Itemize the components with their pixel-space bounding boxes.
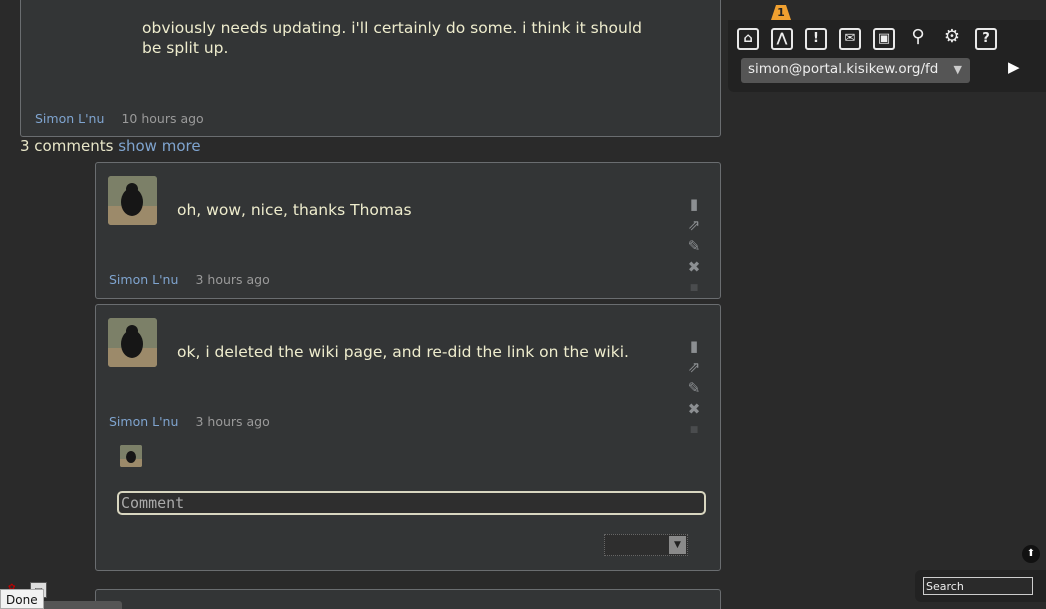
post-body: obviously needs updating. i'll certainly… (142, 19, 643, 57)
manage-icon[interactable]: ▣ (873, 28, 895, 50)
comment-time[interactable]: 3 hours ago (195, 272, 269, 287)
chevron-down-icon: ▼ (953, 63, 962, 76)
help-icon[interactable]: ? (975, 28, 997, 50)
select-checkbox-icon[interactable]: ■ (684, 421, 704, 439)
commenter-avatar (120, 445, 142, 467)
permissions-select[interactable]: ▼ (604, 534, 688, 556)
delete-icon[interactable]: ✖ (684, 400, 704, 418)
comment-meta: Simon L'nu 3 hours ago (109, 269, 270, 288)
select-checkbox-icon[interactable]: ■ (684, 279, 704, 297)
comments-summary: 3 comments show more (20, 137, 201, 155)
comment-author-link[interactable]: Simon L'nu (109, 414, 178, 429)
identity-select[interactable]: simon@portal.kisikew.org/fd ▼ (741, 58, 970, 83)
nav-panel: ⌂ ⋀ ! ✉ ▣ ⚲ ⚙ ? simon@portal.kisikew.org… (728, 20, 1046, 92)
comment-input[interactable] (117, 491, 706, 515)
admin-icon[interactable]: ⚙ (941, 28, 963, 50)
search-input[interactable] (923, 577, 1033, 595)
comments-count: 3 comments (20, 137, 114, 155)
search-panel (915, 570, 1046, 602)
messages-icon[interactable]: ✉ (839, 28, 861, 50)
post-meta: Simon L'nu 10 hours ago (35, 108, 204, 127)
comment-text: oh, wow, nice, thanks Thomas (177, 201, 412, 219)
comment-actions: ▮ ⇗ ✎ ✖ ■ (684, 337, 708, 442)
comment-time[interactable]: 3 hours ago (195, 414, 269, 429)
chevron-down-icon: ▼ (669, 536, 686, 554)
tag-icon[interactable]: ▮ (684, 195, 704, 213)
tag-icon[interactable]: ▮ (684, 337, 704, 355)
status-bar: Done (0, 589, 44, 609)
show-more-link[interactable]: show more (118, 137, 200, 155)
avatar[interactable] (108, 318, 157, 367)
notification-badge[interactable]: 1 (771, 5, 791, 20)
settings-icon[interactable]: ⚲ (907, 28, 929, 50)
post-card: obviously needs updating. i'll certainly… (20, 0, 721, 137)
comment-text: ok, i deleted the wiki page, and re-did … (177, 343, 629, 361)
post-card (95, 589, 721, 609)
delete-icon[interactable]: ✖ (684, 258, 704, 276)
comment-card: oh, wow, nice, thanks Thomas Simon L'nu … (95, 162, 721, 299)
network-icon[interactable]: ⋀ (771, 28, 793, 50)
avatar[interactable] (108, 176, 157, 225)
comment-actions: ▮ ⇗ ✎ ✖ ■ (684, 195, 708, 300)
comment-card: ok, i deleted the wiki page, and re-did … (95, 304, 721, 571)
notifications-icon[interactable]: ! (805, 28, 827, 50)
share-icon[interactable]: ⇗ (684, 358, 704, 376)
edit-icon[interactable]: ✎ (684, 379, 704, 397)
go-button-icon[interactable]: ▶ (1008, 58, 1020, 76)
edit-icon[interactable]: ✎ (684, 237, 704, 255)
next-post-header (38, 601, 122, 609)
identity-value: simon@portal.kisikew.org/fd (748, 61, 939, 77)
share-icon[interactable]: ⇗ (684, 216, 704, 234)
scroll-top-icon[interactable]: ⬆ (1022, 545, 1040, 563)
nav-icons: ⌂ ⋀ ! ✉ ▣ ⚲ ⚙ ? (737, 28, 1009, 50)
comment-author-link[interactable]: Simon L'nu (109, 272, 178, 287)
post-time[interactable]: 10 hours ago (121, 111, 203, 126)
comment-meta: Simon L'nu 3 hours ago (109, 411, 270, 430)
home-icon[interactable]: ⌂ (737, 28, 759, 50)
post-author-link[interactable]: Simon L'nu (35, 111, 104, 126)
